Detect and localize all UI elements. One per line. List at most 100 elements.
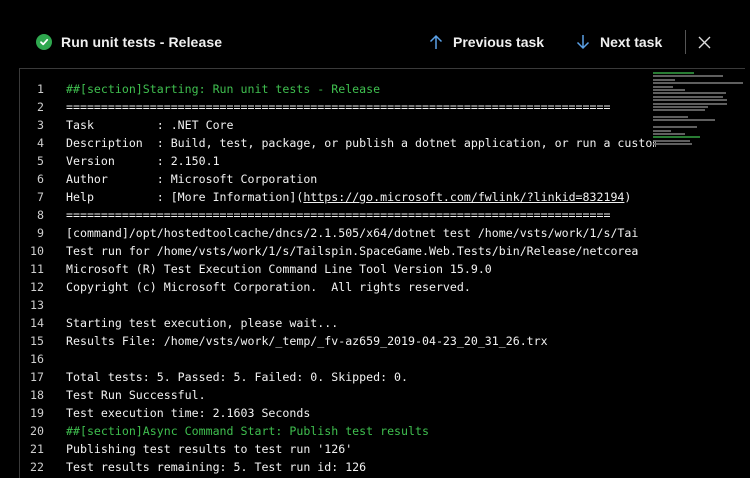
log-line: 4 Description : Build, test, package, or … — [20, 134, 656, 152]
minimap-line — [653, 72, 694, 74]
line-text: Test results remaining: 5. Test run id: … — [66, 460, 367, 474]
log-line: 16 — [20, 350, 656, 368]
line-number: 4 — [37, 136, 44, 150]
log-line: 20 ##[section]Async Command Start: Publis… — [20, 422, 656, 440]
log-line: 17 Total tests: 5. Passed: 5. Failed: 0. … — [20, 368, 656, 386]
line-number: 15 — [30, 334, 44, 348]
log-line: 7 Help : [More Information](https://go.mi… — [20, 188, 656, 206]
line-text-prefix: Help : [More Information]( — [66, 190, 304, 204]
line-number: 12 — [30, 280, 44, 294]
log-lines: 1 ##[section]Starting: Run unit tests - R… — [20, 80, 656, 476]
minimap-line — [653, 133, 685, 136]
close-icon[interactable] — [695, 33, 713, 51]
minimap-line — [653, 82, 743, 85]
log-line: 21 Publishing test results to test run '1… — [20, 440, 656, 458]
line-number: 13 — [30, 298, 44, 312]
line-number: 11 — [30, 262, 44, 276]
line-text: Author : Microsoft Corporation — [66, 172, 318, 186]
success-check-icon — [36, 34, 52, 50]
line-number: 19 — [30, 406, 44, 420]
minimap-line — [653, 116, 689, 119]
line-text: ##[section]Async Command Start: Publish … — [66, 424, 429, 438]
minimap-line — [653, 99, 727, 102]
minimap-line — [653, 136, 700, 139]
log-line: 9 [command]/opt/hostedtoolcache/dncs/2.1.… — [20, 224, 656, 242]
line-text: Results File: /home/vsts/work/_temp/_fv-… — [66, 334, 548, 348]
log-viewer[interactable]: 1 ##[section]Starting: Run unit tests - R… — [19, 68, 745, 478]
log-line: 3 Task : .NET Core — [20, 116, 656, 134]
line-text: ========================================… — [66, 100, 611, 114]
log-line: 12 Copyright (c) Microsoft Corporation. A… — [20, 278, 656, 296]
help-link[interactable]: https://go.microsoft.com/fwlink/?linkid=… — [303, 190, 624, 204]
line-text: Test run for /home/vsts/work/1/s/Tailspi… — [66, 244, 639, 258]
log-line: 1 ##[section]Starting: Run unit tests - R… — [20, 80, 656, 98]
line-text: Version : 2.150.1 — [66, 154, 220, 168]
minimap-line — [653, 105, 708, 108]
task-title: Run unit tests - Release — [61, 34, 223, 50]
line-text: Task : .NET Core — [66, 118, 234, 132]
line-number: 17 — [30, 370, 44, 384]
line-text: Total tests: 5. Passed: 5. Failed: 0. Sk… — [66, 370, 409, 384]
log-line: 15 Results File: /home/vsts/work/_temp/_f… — [20, 332, 656, 350]
log-line: 22 Test results remaining: 5. Test run id… — [20, 458, 656, 476]
line-text: ##[section]Starting: Run unit tests - Re… — [66, 82, 381, 96]
arrow-up-icon — [428, 33, 444, 51]
log-line: 13 — [20, 296, 656, 314]
log-line: 6 Author : Microsoft Corporation — [20, 170, 656, 188]
arrow-down-icon — [575, 33, 591, 51]
log-line: 19 Test execution time: 2.1603 Seconds — [20, 404, 656, 422]
minimap-line — [653, 129, 671, 132]
minimap-line — [653, 92, 726, 95]
minimap-line — [653, 102, 727, 105]
line-number: 20 — [30, 424, 44, 438]
next-task-label: Next task — [600, 34, 663, 50]
task-title-area: Run unit tests - Release — [36, 34, 222, 50]
minimap-line — [653, 113, 657, 115]
line-number: 10 — [30, 244, 44, 258]
line-text: Copyright (c) Microsoft Corporation. All… — [66, 280, 471, 294]
line-number: 5 — [37, 154, 44, 168]
previous-task-label: Previous task — [453, 34, 545, 50]
minimap-line — [653, 119, 716, 122]
line-text: Test Run Successful. — [66, 388, 206, 402]
log-line: 5 Version : 2.150.1 — [20, 152, 656, 170]
minimap-line — [653, 109, 706, 112]
minimap-line — [653, 85, 673, 88]
previous-task-button[interactable]: Previous task — [428, 33, 544, 51]
line-text: [command]/opt/hostedtoolcache/dncs/2.1.5… — [66, 226, 639, 240]
line-number: 14 — [30, 316, 44, 330]
line-number: 6 — [37, 172, 44, 186]
minimap-line — [653, 143, 692, 146]
line-number: 9 — [37, 226, 44, 240]
minimap-line — [653, 126, 698, 129]
minimap-line — [653, 75, 724, 78]
minimap-line — [653, 78, 675, 81]
panel-header: Run unit tests - Release Previous task N… — [3, 0, 745, 68]
log-line: 18 Test Run Successful. — [20, 386, 656, 404]
next-task-button[interactable]: Next task — [575, 33, 662, 51]
line-number: 16 — [30, 352, 44, 366]
log-line: 11 Microsoft (R) Test Execution Command L… — [20, 260, 656, 278]
line-text: Microsoft (R) Test Execution Command Lin… — [66, 262, 492, 276]
log-line: 10 Test run for /home/vsts/work/1/s/Tails… — [20, 242, 656, 260]
line-number: 8 — [37, 208, 44, 222]
line-number: 3 — [37, 118, 44, 132]
task-log-panel: Run unit tests - Release Previous task N… — [3, 0, 745, 478]
line-text: Starting test execution, please wait... — [66, 316, 339, 330]
line-number: 1 — [37, 82, 44, 96]
line-text: Description : Build, test, package, or p… — [66, 136, 656, 150]
minimap-line — [653, 88, 686, 91]
log-line: 2 =======================================… — [20, 98, 656, 116]
log-minimap[interactable] — [653, 72, 744, 152]
log-line: 8 =======================================… — [20, 206, 656, 224]
line-text: Publishing test results to test run '126… — [66, 442, 353, 456]
log-line: 14 Starting test execution, please wait..… — [20, 314, 656, 332]
line-text-suffix: ) — [624, 190, 632, 204]
line-number: 7 — [37, 190, 44, 204]
line-number: 2 — [37, 100, 44, 114]
line-text: Help : [More Information](https://go.mic… — [66, 188, 631, 206]
line-text: Test execution time: 2.1603 Seconds — [66, 406, 311, 420]
minimap-line — [653, 123, 657, 125]
line-text: ========================================… — [66, 208, 611, 222]
minimap-line — [653, 95, 724, 98]
